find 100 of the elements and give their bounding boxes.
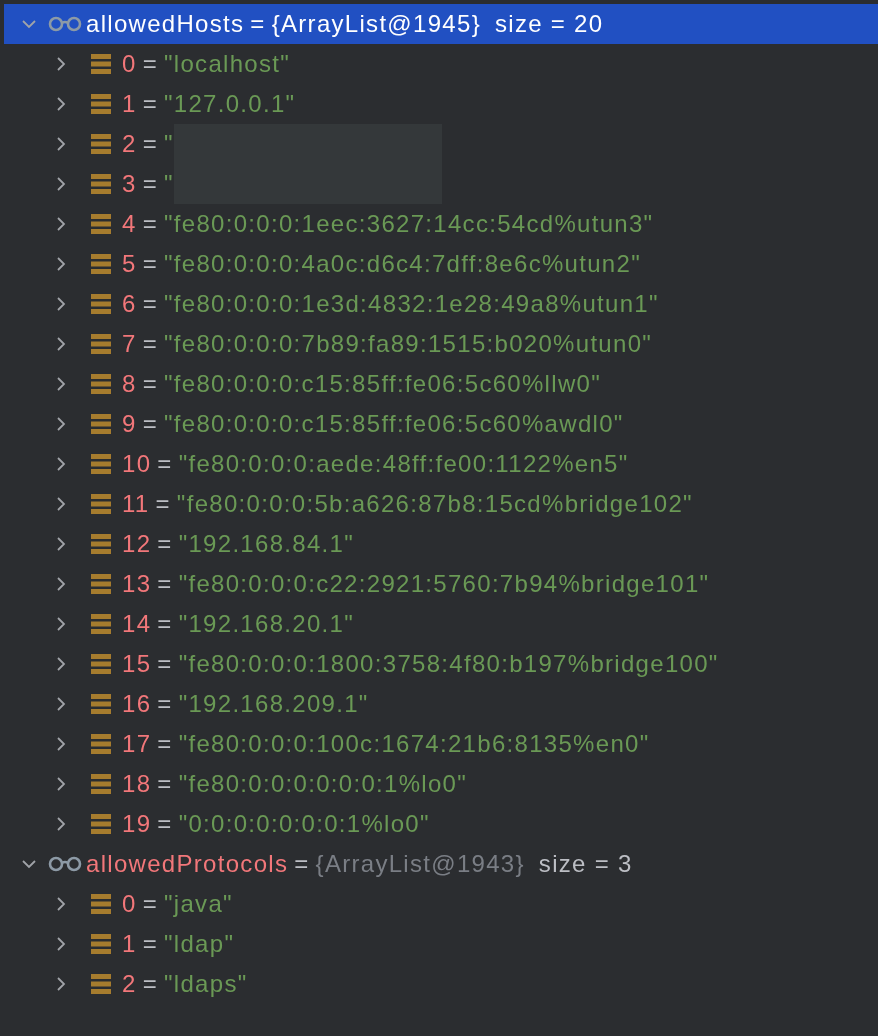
element-index: 6 (122, 289, 137, 319)
list-element-icon (90, 413, 112, 435)
equals-sign: = (157, 689, 173, 719)
equals-sign: = (142, 129, 158, 159)
element-index: 19 (122, 809, 152, 839)
element-index: 18 (122, 769, 152, 799)
list-element-icon (90, 493, 112, 515)
element-index: 13 (122, 569, 152, 599)
variable-type: {ArrayList@1943} (315, 849, 525, 879)
list-element-icon (90, 653, 112, 675)
list-element-icon (90, 893, 112, 915)
element-index: 3 (122, 169, 137, 199)
equals-sign: = (142, 49, 158, 79)
equals-sign: = (155, 489, 171, 519)
element-value: "fe80:0:0:0:7b89:fa89:1515:b020%utun0" (164, 329, 653, 359)
variable-row[interactable]: allowedHosts = {ArrayList@1945} size = 20 (4, 4, 878, 44)
element-value: "java" (164, 889, 233, 919)
size-label: size = 3 (538, 849, 633, 879)
equals-sign: = (157, 649, 173, 679)
list-element-icon (90, 133, 112, 155)
element-index: 11 (122, 489, 150, 519)
element-index: 10 (122, 449, 152, 479)
equals-sign: = (142, 969, 158, 999)
equals-sign: = (142, 289, 158, 319)
variable-type: {ArrayList@1945} (271, 9, 481, 39)
equals-sign: = (157, 449, 173, 479)
element-value: "ldap" (164, 929, 235, 959)
equals-sign: = (142, 929, 158, 959)
equals-sign: = (157, 809, 173, 839)
element-index: 7 (122, 329, 137, 359)
element-index: 16 (122, 689, 152, 719)
list-element-icon (90, 173, 112, 195)
equals-sign: = (142, 169, 158, 199)
equals-sign: = (294, 849, 310, 879)
element-index: 12 (122, 529, 152, 559)
equals-sign: = (157, 609, 173, 639)
list-element-icon (90, 533, 112, 555)
element-value: "192.168.20.1" (178, 609, 354, 639)
list-element-icon (90, 53, 112, 75)
element-value: "fe80:0:0:0:1e3d:4832:1e28:49a8%utun1" (164, 289, 659, 319)
element-index: 1 (122, 929, 137, 959)
element-index: 2 (122, 969, 137, 999)
element-value: "fe80:0:0:0:100c:1674:21b6:8135%en0" (178, 729, 650, 759)
element-value: "fe80:0:0:0:c15:85ff:fe06:5c60%awdl0" (164, 409, 624, 439)
element-index: 2 (122, 129, 137, 159)
element-value: "fe80:0:0:0:5b:a626:87b8:15cd%bridge102" (176, 489, 693, 519)
list-element-icon (90, 333, 112, 355)
glasses-icon (48, 856, 82, 872)
equals-sign: = (142, 889, 158, 919)
element-index: 9 (122, 409, 137, 439)
list-element-icon (90, 293, 112, 315)
element-value: " (164, 129, 174, 159)
element-index: 17 (122, 729, 152, 759)
equals-sign: = (142, 249, 158, 279)
list-element-icon (90, 733, 112, 755)
element-value: "0:0:0:0:0:0:0:1%lo0" (178, 809, 430, 839)
element-index: 4 (122, 209, 137, 239)
element-index: 0 (122, 49, 137, 79)
element-value: "fe80:0:0:0:1800:3758:4f80:b197%bridge100" (178, 649, 719, 679)
element-value: "fe80:0:0:0:c15:85ff:fe06:5c60%llw0" (164, 369, 601, 399)
list-element-icon (90, 453, 112, 475)
variable-name: allowedProtocols (86, 849, 289, 879)
list-element-icon (90, 933, 112, 955)
list-element-icon (90, 613, 112, 635)
equals-sign: = (250, 9, 266, 39)
element-value: "127.0.0.1" (164, 89, 296, 119)
equals-sign: = (142, 369, 158, 399)
equals-sign: = (142, 89, 158, 119)
list-element-icon (90, 813, 112, 835)
equals-sign: = (157, 569, 173, 599)
list-element-icon (90, 973, 112, 995)
element-value: "fe80:0:0:0:4a0c:d6c4:7dff:8e6c%utun2" (164, 249, 641, 279)
variable-row[interactable]: allowedProtocols = {ArrayList@1943} size = 3 (0, 844, 878, 884)
size-label: size = 20 (494, 9, 604, 39)
list-element-icon (90, 253, 112, 275)
equals-sign: = (157, 769, 173, 799)
element-value: "fe80:0:0:0:aede:48ff:fe00:1122%en5" (178, 449, 629, 479)
equals-sign: = (142, 209, 158, 239)
equals-sign: = (142, 329, 158, 359)
list-element-icon (90, 773, 112, 795)
equals-sign: = (157, 729, 173, 759)
list-element-icon (90, 213, 112, 235)
glasses-icon (48, 16, 82, 32)
list-element-icon (90, 693, 112, 715)
list-element-icon (90, 373, 112, 395)
element-index: 15 (122, 649, 152, 679)
element-index: 5 (122, 249, 137, 279)
element-value: "192.168.209.1" (178, 689, 369, 719)
equals-sign: = (157, 529, 173, 559)
element-value: "192.168.84.1" (178, 529, 354, 559)
element-value: "fe80:0:0:0:0:0:0:1%lo0" (178, 769, 468, 799)
element-index: 14 (122, 609, 152, 639)
element-value: "ldaps" (164, 969, 248, 999)
element-index: 1 (122, 89, 137, 119)
element-value: " (164, 169, 174, 199)
equals-sign: = (142, 409, 158, 439)
element-index: 0 (122, 889, 137, 919)
list-element-icon (90, 573, 112, 595)
element-value: "fe80:0:0:0:c22:2921:5760:7b94%bridge101" (178, 569, 710, 599)
variable-name: allowedHosts (86, 9, 245, 39)
